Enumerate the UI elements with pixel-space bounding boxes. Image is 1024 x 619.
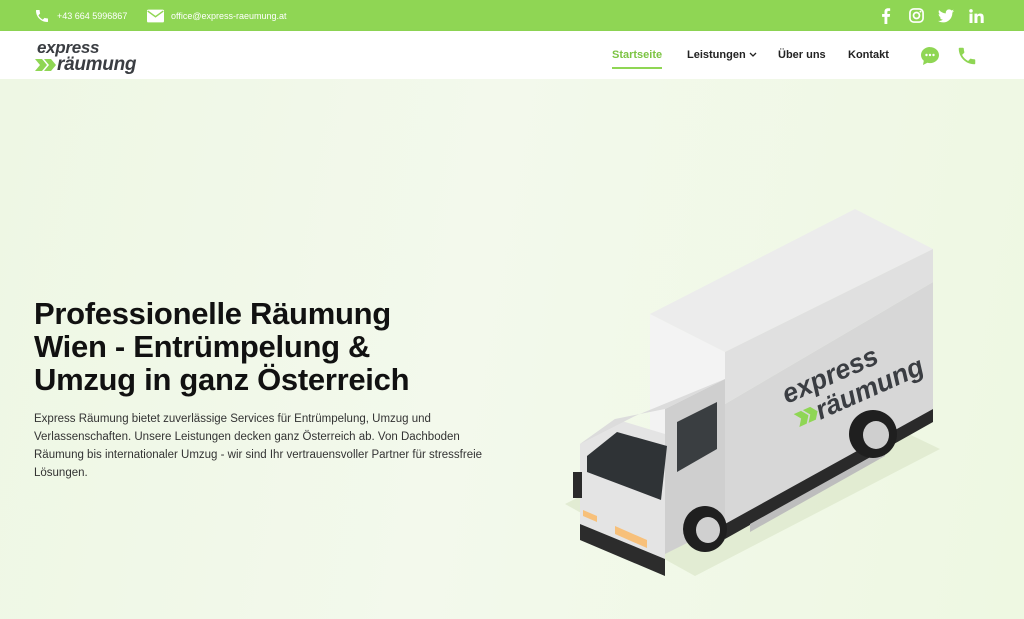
nav-home[interactable]: Startseite — [612, 31, 663, 79]
main-header: express räumung Startseite Leistungen Üb… — [0, 31, 1024, 79]
nav-services-label: Leistungen — [687, 49, 746, 61]
linkedin-icon[interactable] — [968, 8, 984, 24]
nav-services[interactable]: Leistungen — [687, 31, 757, 79]
instagram-icon[interactable] — [908, 8, 924, 24]
nav-about[interactable]: Über uns — [778, 31, 826, 79]
nav-about-label: Über uns — [778, 49, 826, 61]
truck-illustration: express räumung — [565, 209, 940, 576]
phone-icon — [36, 9, 48, 22]
site-logo[interactable]: express räumung — [35, 38, 145, 75]
hero-title: Professionelle Räumung Wien - Entrümpelu… — [34, 296, 410, 397]
whatsapp-icon[interactable] — [919, 45, 941, 67]
phone-number: +43 664 5996867 — [57, 10, 128, 21]
envelope-icon — [147, 9, 164, 22]
logo-chevrons-icon — [35, 59, 56, 71]
hero-section: Professionelle Räumung Wien - Entrümpelu… — [0, 79, 1024, 619]
email-address: office@express-raeumung.at — [171, 10, 287, 21]
phone-call-icon[interactable] — [956, 45, 978, 67]
twitter-icon[interactable] — [938, 8, 954, 24]
chevron-down-icon — [749, 52, 757, 57]
logo-line-2: räumung — [57, 54, 137, 75]
phone-link[interactable]: +43 664 5996867 — [34, 0, 127, 31]
social-links — [878, 0, 984, 31]
hero-description: Express Räumung bietet zuverlässige Serv… — [34, 413, 483, 479]
nav-home-label: Startseite — [612, 49, 663, 61]
nav-contact-label: Kontakt — [848, 49, 889, 61]
nav-active-underline — [612, 67, 663, 69]
top-contact-bar: +43 664 5996867 office@express-raeumung.… — [0, 0, 1024, 31]
facebook-icon[interactable] — [878, 7, 894, 24]
email-link[interactable]: office@express-raeumung.at — [147, 0, 287, 31]
nav-contact[interactable]: Kontakt — [848, 31, 889, 79]
